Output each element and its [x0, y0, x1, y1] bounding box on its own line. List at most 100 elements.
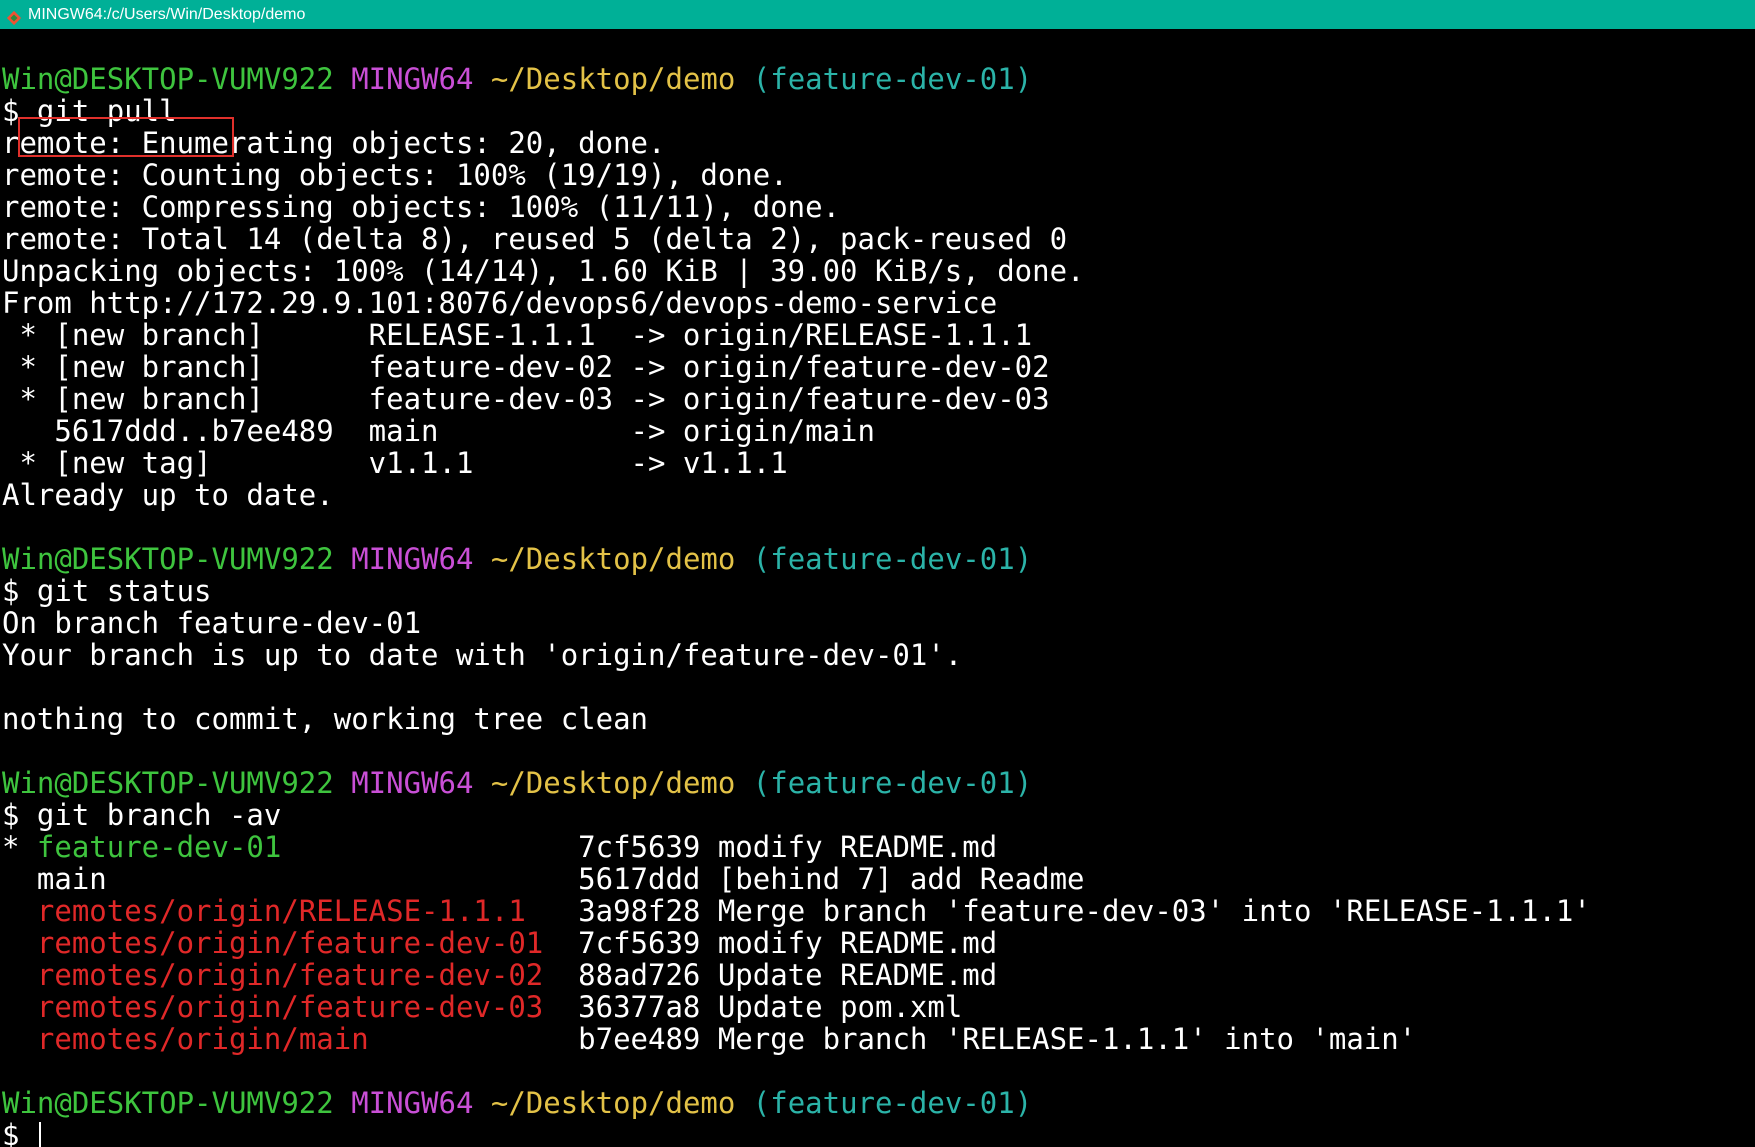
branch-marker: [2, 1022, 37, 1056]
output-text: remote: Compressing objects: 100% (11/11…: [2, 190, 841, 224]
output-text: Already up to date.: [2, 478, 334, 512]
branch-marker: [2, 958, 37, 992]
command-line: $ git pull: [2, 95, 1591, 127]
prompt-path: ~/Desktop/demo: [490, 1086, 736, 1120]
output-text: On branch feature-dev-01: [2, 606, 422, 640]
branch-commit-info: b7ee489 Merge branch 'RELEASE-1.1.1' int…: [578, 1022, 1417, 1056]
input-prompt: $: [2, 1118, 37, 1147]
branch-row: remotes/origin/main b7ee489 Merge branch…: [2, 1023, 1591, 1055]
terminal-output: Win@DESKTOP-VUMV922 MINGW64 ~/Desktop/de…: [2, 63, 1591, 1147]
branch-pad: [543, 990, 578, 1024]
branch-marker: [2, 862, 37, 896]
prompt-path: ~/Desktop/demo: [490, 542, 736, 576]
branch-row: main 5617ddd [behind 7] add Readme: [2, 863, 1591, 895]
branch-row: remotes/origin/feature-dev-02 88ad726 Up…: [2, 959, 1591, 991]
branch-marker: [2, 990, 37, 1024]
branch-marker: *: [2, 830, 37, 864]
output-line: * [new branch] feature-dev-02 -> origin/…: [2, 351, 1591, 383]
branch-commit-info: 7cf5639 modify README.md: [578, 830, 998, 864]
output-line: Already up to date.: [2, 479, 1591, 511]
output-line: * [new branch] feature-dev-03 -> origin/…: [2, 383, 1591, 415]
output-text: nothing to commit, working tree clean: [2, 702, 649, 736]
output-text: * [new branch] RELEASE-1.1.1 -> origin/R…: [2, 318, 1033, 352]
output-text: 5617ddd..b7ee489 main -> origin/main: [2, 414, 875, 448]
output-text: From http://172.29.9.101:8076/devops6/de…: [2, 286, 998, 320]
output-text: * [new branch] feature-dev-02 -> origin/…: [2, 350, 1050, 384]
output-line: From http://172.29.9.101:8076/devops6/de…: [2, 287, 1591, 319]
prompt-branch: (feature-dev-01): [752, 1086, 1033, 1120]
output-text: Unpacking objects: 100% (14/14), 1.60 Ki…: [2, 254, 1085, 288]
prompt-line: Win@DESKTOP-VUMV922 MINGW64 ~/Desktop/de…: [2, 767, 1591, 799]
output-line: remote: Compressing objects: 100% (11/11…: [2, 191, 1591, 223]
command-text: $ git status: [2, 574, 212, 608]
branch-marker: [2, 894, 37, 928]
prompt-user: Win@DESKTOP-VUMV922: [2, 542, 334, 576]
output-line: remote: Total 14 (delta 8), reused 5 (de…: [2, 223, 1591, 255]
prompt-line: Win@DESKTOP-VUMV922 MINGW64 ~/Desktop/de…: [2, 543, 1591, 575]
branch-pad: [107, 862, 578, 896]
git-bash-icon: [6, 7, 22, 25]
prompt-branch: (feature-dev-01): [752, 766, 1033, 800]
output-text: * [new branch] feature-dev-03 -> origin/…: [2, 382, 1050, 416]
prompt-user: Win@DESKTOP-VUMV922: [2, 766, 334, 800]
branch-marker: [2, 926, 37, 960]
input-line: $: [2, 1119, 1591, 1147]
branch-pad: [369, 1022, 579, 1056]
branch-commit-info: 88ad726 Update README.md: [578, 958, 998, 992]
output-line: * [new tag] v1.1.1 -> v1.1.1: [2, 447, 1591, 479]
output-text: remote: Total 14 (delta 8), reused 5 (de…: [2, 222, 1068, 256]
terminal-area[interactable]: Win@DESKTOP-VUMV922 MINGW64 ~/Desktop/de…: [0, 29, 1755, 1147]
prompt-system: MINGW64: [351, 62, 474, 96]
output-text: * [new tag] v1.1.1 -> v1.1.1: [2, 446, 788, 480]
output-text: remote: Enumerating objects: 20, done.: [2, 126, 666, 160]
output-line: On branch feature-dev-01: [2, 607, 1591, 639]
command-line: $ git status: [2, 575, 1591, 607]
command-text: $ git pull: [2, 94, 177, 128]
branch-pad: [543, 958, 578, 992]
branch-commit-info: 7cf5639 modify README.md: [578, 926, 998, 960]
branch-row: remotes/origin/feature-dev-03 36377a8 Up…: [2, 991, 1591, 1023]
output-line: remote: Counting objects: 100% (19/19), …: [2, 159, 1591, 191]
prompt-line: Win@DESKTOP-VUMV922 MINGW64 ~/Desktop/de…: [2, 63, 1591, 95]
prompt-line: Win@DESKTOP-VUMV922 MINGW64 ~/Desktop/de…: [2, 1087, 1591, 1119]
command-text: $ git branch -av: [2, 798, 282, 832]
command-line: $ git branch -av: [2, 799, 1591, 831]
prompt-user: Win@DESKTOP-VUMV922: [2, 1086, 334, 1120]
branch-commit-info: 5617ddd [behind 7] add Readme: [578, 862, 1085, 896]
prompt-branch: (feature-dev-01): [752, 62, 1033, 96]
branch-name: main: [36, 862, 107, 896]
prompt-system: MINGW64: [351, 1086, 474, 1120]
output-line: remote: Enumerating objects: 20, done.: [2, 127, 1591, 159]
prompt-branch: (feature-dev-01): [752, 542, 1033, 576]
branch-row: remotes/origin/feature-dev-01 7cf5639 mo…: [2, 927, 1591, 959]
prompt-system: MINGW64: [351, 766, 474, 800]
window-title: MINGW64:/c/Users/Win/Desktop/demo: [28, 6, 306, 23]
branch-name: remotes/origin/main: [36, 1022, 369, 1056]
text-cursor[interactable]: [38, 1122, 41, 1147]
branch-commit-info: 3a98f28 Merge branch 'feature-dev-03' in…: [578, 894, 1591, 928]
output-line: Unpacking objects: 100% (14/14), 1.60 Ki…: [2, 255, 1591, 287]
prompt-system: MINGW64: [351, 542, 474, 576]
branch-name: remotes/origin/feature-dev-03: [36, 990, 544, 1024]
output-line: 5617ddd..b7ee489 main -> origin/main: [2, 415, 1591, 447]
output-text: Your branch is up to date with 'origin/f…: [2, 638, 963, 672]
branch-commit-info: 36377a8 Update pom.xml: [578, 990, 963, 1024]
branch-name: feature-dev-01: [36, 830, 282, 864]
branch-pad: [281, 830, 578, 864]
window-titlebar[interactable]: MINGW64:/c/Users/Win/Desktop/demo: [0, 0, 1755, 29]
output-line: nothing to commit, working tree clean: [2, 703, 1591, 735]
output-line: Your branch is up to date with 'origin/f…: [2, 639, 1591, 671]
prompt-user: Win@DESKTOP-VUMV922: [2, 62, 334, 96]
branch-pad: [543, 926, 578, 960]
output-text: remote: Counting objects: 100% (19/19), …: [2, 158, 788, 192]
branch-pad: [526, 894, 578, 928]
branch-name: remotes/origin/feature-dev-02: [36, 958, 544, 992]
prompt-path: ~/Desktop/demo: [490, 62, 736, 96]
prompt-path: ~/Desktop/demo: [490, 766, 736, 800]
branch-row: remotes/origin/RELEASE-1.1.1 3a98f28 Mer…: [2, 895, 1591, 927]
branch-name: remotes/origin/RELEASE-1.1.1: [36, 894, 526, 928]
